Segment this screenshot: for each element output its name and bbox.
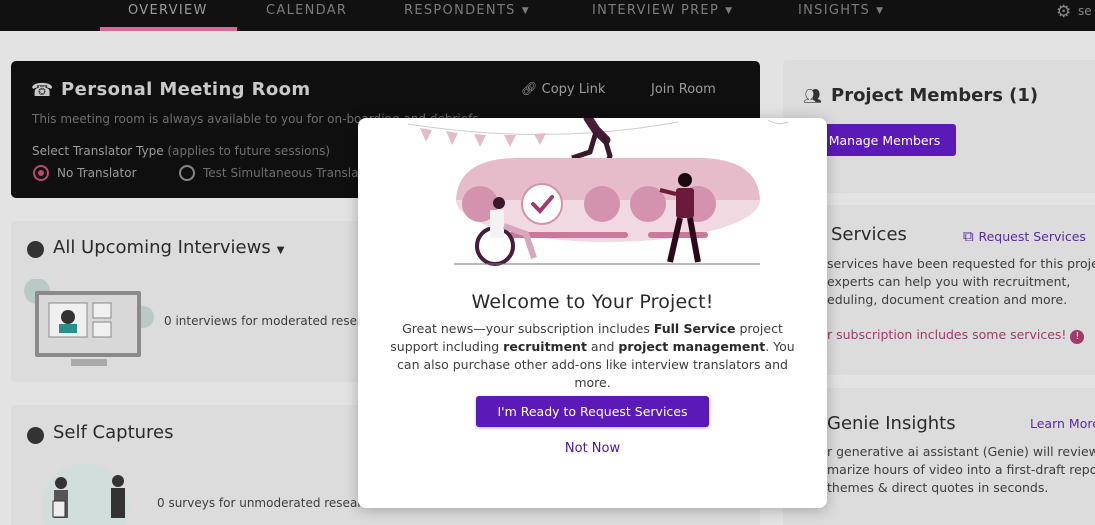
join-room-button[interactable]: Join Room — [651, 82, 716, 97]
translator-type-label: Select Translator Type (applies to futur… — [32, 144, 330, 158]
genie-insights-title: Genie Insights — [827, 413, 956, 434]
radio-selected-icon[interactable] — [33, 165, 49, 181]
selfcap-empty-text: 0 surveys for unmoderated research — [157, 496, 377, 510]
top-nav: OVERVIEW CALENDAR RESPONDENTS ▼ INTERVIEW… — [0, 0, 1095, 31]
meeting-room-icon: ☎ — [31, 80, 54, 101]
genie-line-1: r generative ai assistant (Genie) will r… — [827, 444, 1095, 459]
chevron-down-icon: ▼ — [276, 245, 285, 256]
nav-tab-insights[interactable]: INSIGHTS ▼ — [798, 3, 884, 18]
welcome-illustration — [407, 118, 789, 266]
copy-link-button[interactable]: 🔗︎ Copy Link — [521, 82, 605, 97]
request-services-button[interactable]: I'm Ready to Request Services — [476, 396, 709, 427]
request-services-link[interactable]: ⧉ Request Services — [963, 227, 1086, 245]
gear-icon[interactable]: ⚙ — [1056, 2, 1071, 22]
radio-no-translator-label: No Translator — [57, 166, 137, 180]
modal-body: Great news—your subscription includes Fu… — [390, 321, 795, 390]
nav-tab-interview-prep-label: INTERVIEW PREP — [592, 3, 720, 18]
external-link-icon: ⧉ — [963, 227, 979, 245]
survey-illustration — [41, 463, 129, 525]
manage-members-button[interactable]: Manage Members — [813, 124, 956, 156]
active-tab-indicator — [100, 27, 237, 31]
learn-more-link[interactable]: Learn More — [1030, 416, 1095, 431]
translator-note: (applies to future sessions) — [167, 144, 331, 158]
clock-icon — [27, 241, 44, 258]
services-line-2: experts can help you with recruitment, — [827, 274, 1071, 289]
request-services-label: Request Services — [978, 229, 1086, 244]
genie-insights-card: Genie Insights Learn More r generative a… — [783, 388, 1095, 525]
link-icon: 🔗︎ — [521, 82, 542, 97]
nav-tab-calendar[interactable]: CALENDAR — [266, 3, 347, 18]
info-icon[interactable]: ! — [1070, 330, 1085, 344]
nav-tab-insights-label: INSIGHTS — [798, 3, 871, 18]
modal-title: Welcome to Your Project! — [471, 291, 714, 313]
radio-unselected-icon[interactable] — [179, 165, 195, 181]
services-note: r subscription includes some services! ! — [827, 326, 1085, 344]
radio-no-translator[interactable]: No Translator — [33, 165, 137, 181]
not-now-button[interactable]: Not Now — [358, 441, 827, 456]
radio-test-simultaneous-translator[interactable]: Test Simultaneous Translator — [179, 165, 375, 181]
translator-label-text: Select Translator Type — [32, 144, 164, 158]
welcome-modal: Welcome to Your Project! Great news—your… — [358, 118, 827, 508]
upcoming-interviews-title[interactable]: All Upcoming Interviews ▼ — [53, 237, 284, 258]
copy-link-label: Copy Link — [541, 82, 606, 97]
computer-illustration — [24, 279, 154, 366]
services-title: Services — [831, 224, 907, 245]
project-members-card: 👥︎ Project Members (1) Manage Members — [783, 60, 1095, 193]
video-camera-icon — [27, 427, 44, 444]
self-captures-title: Self Captures — [53, 422, 174, 443]
upcoming-empty-text: 0 interviews for moderated research — [164, 314, 384, 328]
chevron-down-icon: ▼ — [876, 6, 885, 16]
project-members-title: Project Members (1) — [831, 85, 1039, 106]
chevron-down-icon: ▼ — [725, 6, 734, 16]
upcoming-title-text: All Upcoming Interviews — [53, 237, 271, 258]
radio-test-translator-label: Test Simultaneous Translator — [203, 166, 376, 180]
services-card: Services ⧉ Request Services services hav… — [783, 205, 1095, 375]
nav-tab-interview-prep[interactable]: INTERVIEW PREP ▼ — [592, 3, 733, 18]
services-line-1: services have been requested for this pr… — [827, 256, 1095, 271]
chevron-down-icon: ▼ — [521, 6, 530, 16]
meeting-room-title: Personal Meeting Room — [61, 79, 311, 100]
nav-tab-overview[interactable]: OVERVIEW — [128, 3, 208, 18]
services-note-text: r subscription includes some services! — [827, 327, 1067, 342]
genie-line-2: marize hours of video into a first-draft… — [827, 462, 1095, 477]
nav-tab-respondents-label: RESPONDENTS — [404, 3, 516, 18]
services-line-3: eduling, document creation and more. — [827, 292, 1068, 307]
genie-line-3: themes & direct quotes in seconds. — [827, 480, 1049, 495]
nav-tab-respondents[interactable]: RESPONDENTS ▼ — [404, 3, 530, 18]
users-icon: 👥︎ — [803, 87, 823, 105]
settings-label[interactable]: se — [1078, 4, 1092, 18]
